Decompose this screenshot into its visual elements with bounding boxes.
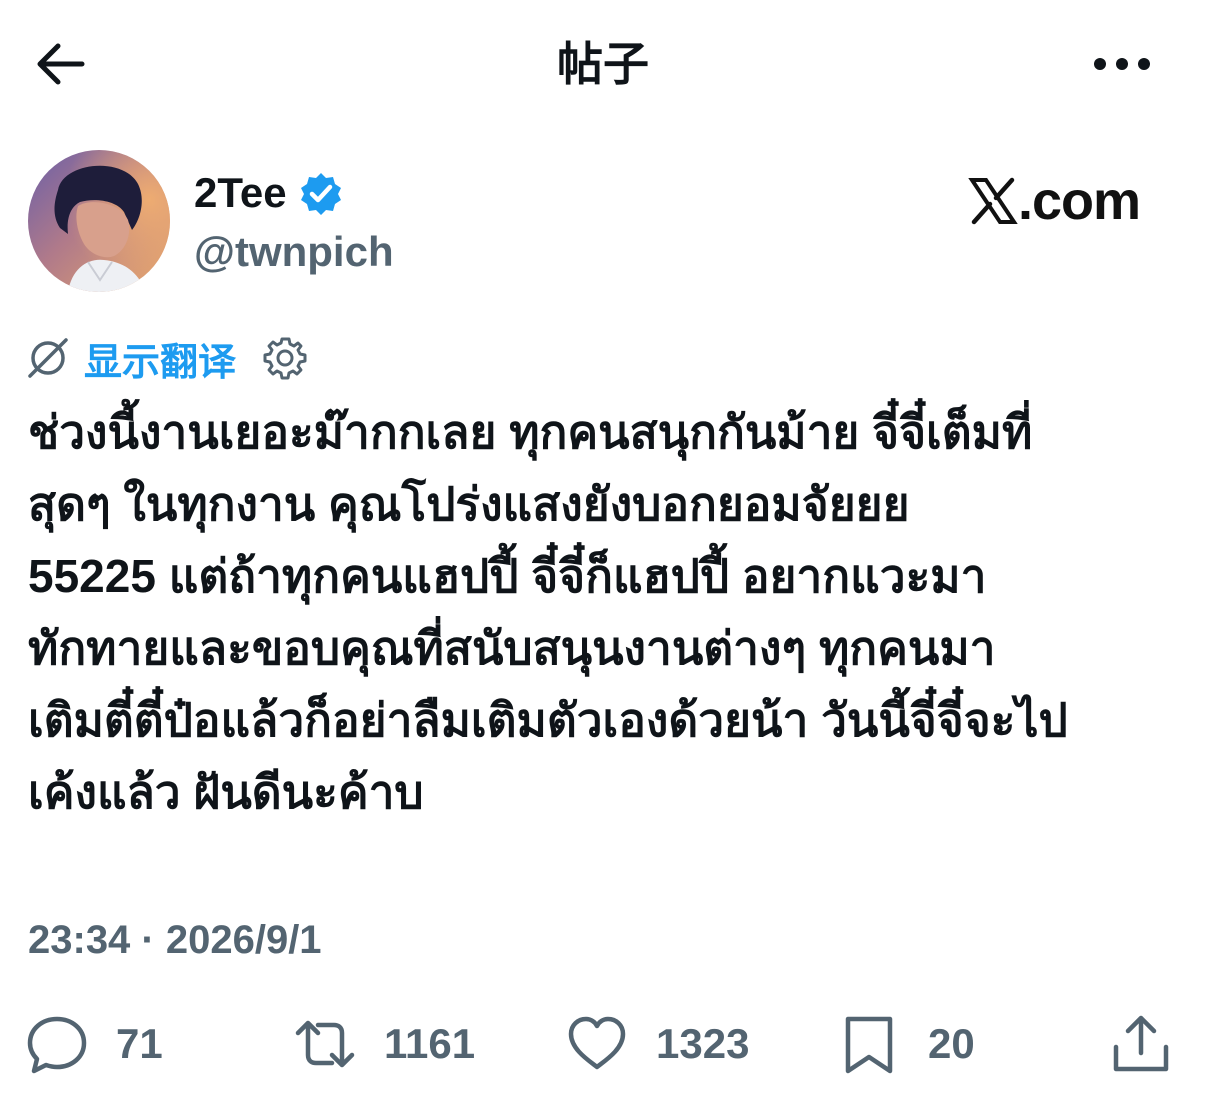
gear-icon[interactable]: [262, 335, 308, 381]
x-logo-icon: [968, 177, 1018, 225]
verified-badge-icon: [300, 173, 341, 215]
author-handle[interactable]: @twnpich: [194, 224, 394, 280]
repost-count: 1161: [384, 1020, 476, 1067]
like-count: 1323: [656, 1020, 750, 1067]
bookmark-icon: [845, 1016, 893, 1074]
avatar[interactable]: [28, 150, 170, 292]
author-display-name: 2Tee: [194, 169, 287, 216]
arrow-left-icon: [37, 43, 85, 85]
reply-icon: [27, 1016, 87, 1074]
more-options-button[interactable]: [1086, 40, 1158, 88]
show-translation-link[interactable]: 显示翻译: [84, 331, 236, 386]
x-watermark: .com: [968, 170, 1141, 232]
bookmark-count: 20: [928, 1020, 975, 1067]
share-icon: [1113, 1015, 1169, 1072]
more-horizontal-icon: [1094, 58, 1150, 70]
repost-button[interactable]: 1161: [294, 1008, 475, 1080]
back-button[interactable]: [30, 38, 90, 90]
top-bar: 帖子: [0, 0, 1206, 130]
watermark-text: .com: [1018, 171, 1141, 231]
share-button[interactable]: [1110, 1008, 1172, 1080]
post-timestamp[interactable]: 23:34 · 2026/9/1: [28, 912, 322, 968]
like-button[interactable]: 1323: [566, 1008, 749, 1080]
page-title: 帖子: [557, 38, 649, 90]
repost-icon: [295, 1020, 355, 1068]
reply-button[interactable]: 71: [26, 1008, 163, 1080]
action-bar: 71 1161 1323 20: [0, 1008, 1206, 1088]
post-text: ช่วงนี้งานเยอะม๊ากกเลย ทุกคนสนุกกันม้าย …: [28, 406, 1068, 818]
heart-icon: [568, 1016, 626, 1070]
translate-off-icon: [28, 338, 68, 378]
bookmark-button[interactable]: 20: [838, 1008, 975, 1080]
reply-count: 71: [116, 1020, 163, 1067]
author-name[interactable]: 2Tee: [194, 166, 343, 220]
translate-row: 显示翻译: [26, 330, 308, 386]
